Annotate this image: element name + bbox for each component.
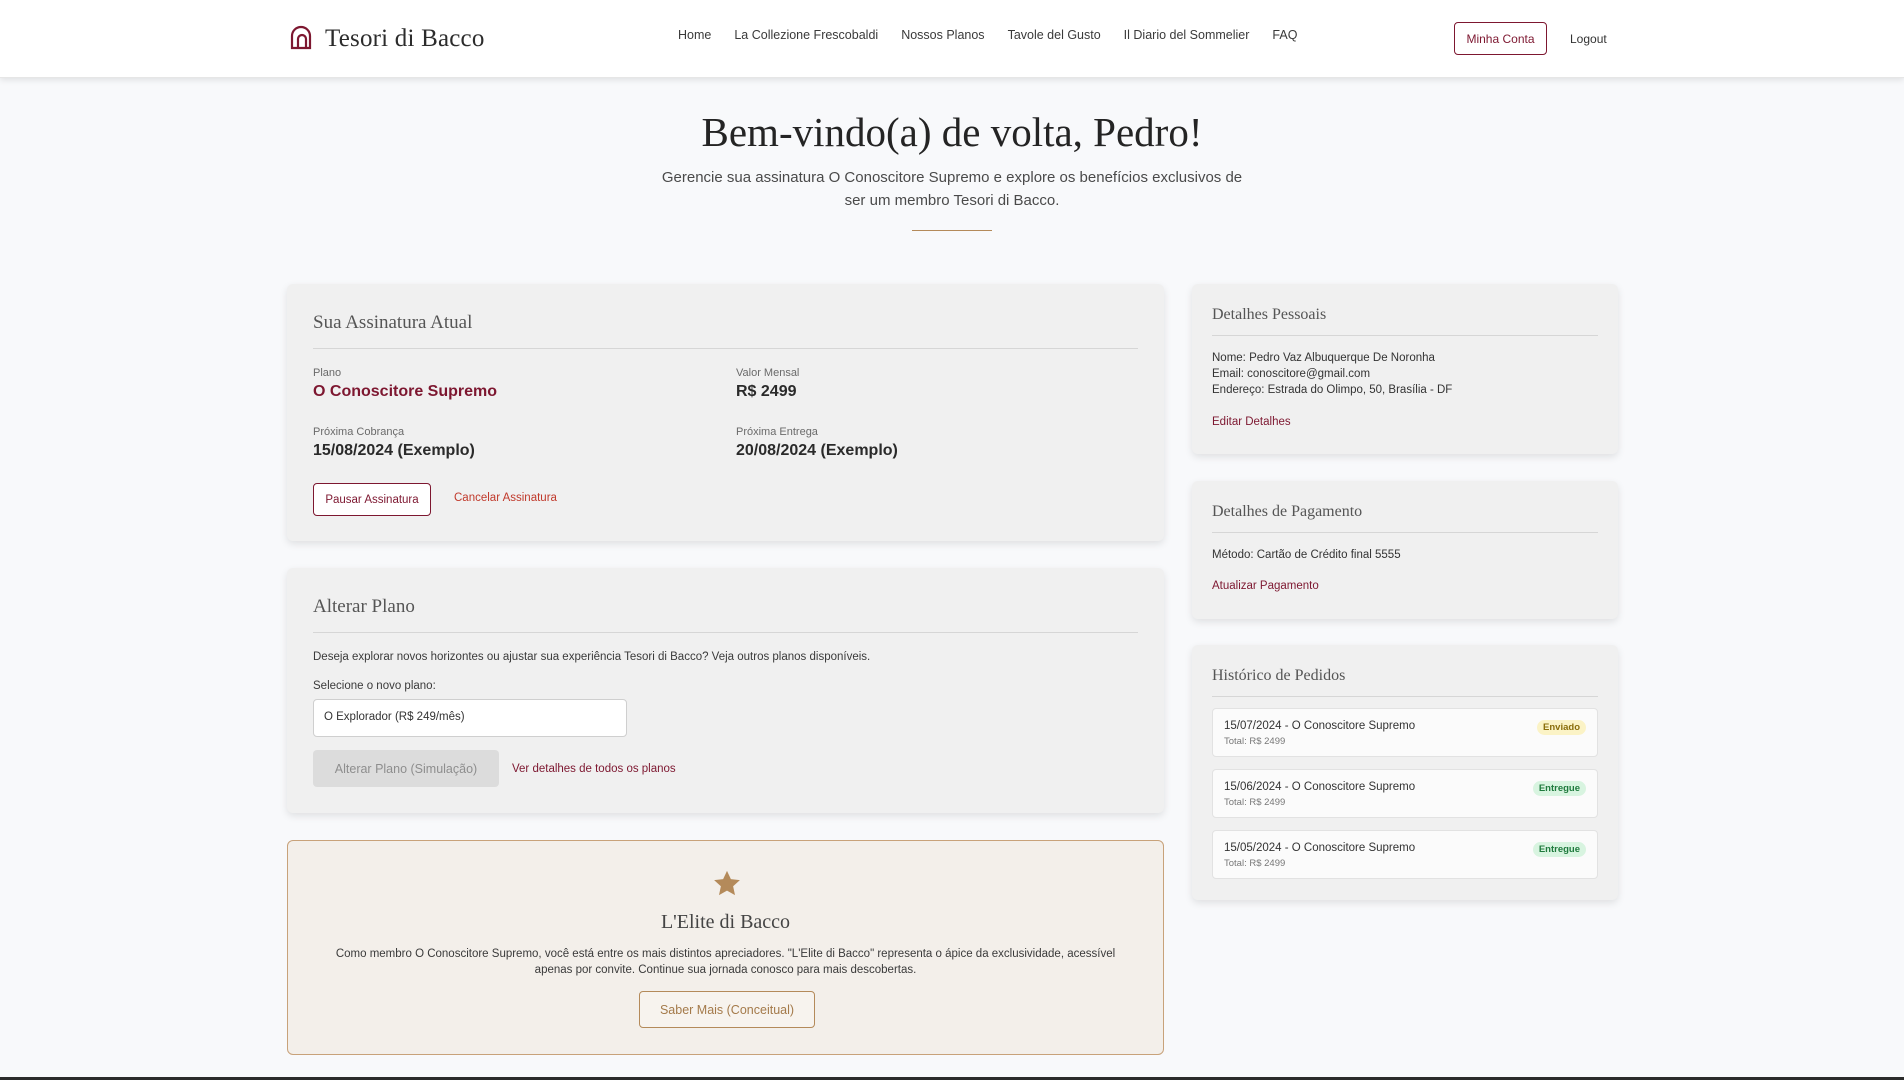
next-delivery-field: Próxima Entrega 20/08/2024 (Exemplo): [736, 426, 898, 460]
elite-text: Como membro O Conoscitore Supremo, você …: [335, 948, 1116, 976]
nav-home[interactable]: Home: [678, 28, 711, 42]
card-title: Alterar Plano: [313, 596, 1138, 633]
order-total: Total: R$ 2499: [1224, 797, 1286, 808]
change-plan-description: Deseja explorar novos horizontes ou ajus…: [313, 651, 871, 663]
next-delivery-value: 20/08/2024 (Exemplo): [736, 442, 898, 459]
status-badge: Enviado: [1537, 720, 1586, 735]
personal-email: Email: conoscitore@gmail.com: [1212, 368, 1371, 380]
arch-logo-icon: [289, 24, 313, 55]
monthly-field: Valor Mensal R$ 2499: [736, 367, 799, 401]
next-billing-field: Próxima Cobrança 15/08/2024 (Exemplo): [313, 426, 475, 460]
order-item[interactable]: 15/05/2024 - O Conoscitore Supremo Total…: [1212, 830, 1598, 879]
brand-name: Tesori di Bacco: [325, 25, 485, 52]
order-title: 15/05/2024 - O Conoscitore Supremo: [1224, 842, 1416, 854]
elite-card: L'Elite di Bacco Como membro O Conoscito…: [287, 840, 1164, 1055]
payment-method: Método: Cartão de Crédito final 5555: [1212, 549, 1401, 561]
logout-link[interactable]: Logout: [1570, 32, 1607, 46]
order-history-card: Histórico de Pedidos 15/07/2024 - O Cono…: [1192, 645, 1618, 900]
order-total: Total: R$ 2499: [1224, 858, 1286, 869]
card-title: Detalhes de Pagamento: [1212, 503, 1598, 533]
elite-title: L'Elite di Bacco: [660, 911, 791, 933]
main-nav: Home La Collezione Frescobaldi Nossos Pl…: [678, 28, 1297, 42]
plan-label: Plano: [313, 367, 342, 379]
change-plan-card: Alterar Plano Deseja explorar novos hori…: [287, 568, 1164, 813]
current-subscription-card: Sua Assinatura Atual Plano O Conoscitore…: [287, 284, 1164, 541]
nav-collezione[interactable]: La Collezione Frescobaldi: [734, 28, 878, 42]
plan-field: Plano O Conoscitore Supremo: [313, 367, 497, 401]
plan-details-link[interactable]: Ver detalhes de todos os planos: [512, 763, 676, 775]
payment-details-card: Detalhes de Pagamento Método: Cartão de …: [1192, 481, 1618, 619]
monthly-label: Valor Mensal: [736, 367, 800, 379]
nav-planos[interactable]: Nossos Planos: [901, 28, 984, 42]
elite-learn-more-button[interactable]: Saber Mais (Conceitual): [639, 991, 815, 1028]
divider: [912, 230, 992, 231]
monthly-value: R$ 2499: [736, 383, 797, 400]
personal-name: Nome: Pedro Vaz Albuquerque De Noronha: [1212, 352, 1435, 364]
page-title: Bem-vindo(a) de volta, Pedro!: [701, 109, 1203, 155]
pause-subscription-button[interactable]: Pausar Assinatura: [313, 483, 431, 516]
page-subtitle: Gerencie sua assinatura O Conoscitore Su…: [661, 169, 1243, 209]
personal-address: Endereço: Estrada do Olimpo, 50, Brasíli…: [1212, 384, 1453, 396]
status-badge: Entregue: [1532, 781, 1586, 796]
nav-diario[interactable]: Il Diario del Sommelier: [1124, 28, 1250, 42]
cancel-subscription-link[interactable]: Cancelar Assinatura: [454, 492, 557, 504]
nav-tavole[interactable]: Tavole del Gusto: [1008, 28, 1101, 42]
top-header: Tesori di Bacco Home La Collezione Fresc…: [0, 0, 1904, 78]
edit-details-link[interactable]: Editar Detalhes: [1212, 416, 1598, 428]
change-plan-button[interactable]: Alterar Plano (Simulação): [313, 750, 499, 787]
order-title: 15/06/2024 - O Conoscitore Supremo: [1224, 781, 1416, 793]
update-payment-link[interactable]: Atualizar Pagamento: [1212, 580, 1598, 592]
order-title: 15/07/2024 - O Conoscitore Supremo: [1224, 720, 1416, 732]
next-billing-label: Próxima Cobrança: [313, 426, 405, 438]
card-title: Sua Assinatura Atual: [313, 312, 1138, 349]
card-title: Detalhes Pessoais: [1212, 306, 1598, 336]
next-billing-value: 15/08/2024 (Exemplo): [313, 442, 475, 459]
personal-details-card: Detalhes Pessoais Nome: Pedro Vaz Albuqu…: [1192, 284, 1618, 454]
order-total: Total: R$ 2499: [1224, 736, 1286, 747]
order-item[interactable]: 15/06/2024 - O Conoscitore Supremo Total…: [1212, 769, 1598, 818]
brand-logo[interactable]: Tesori di Bacco: [289, 23, 485, 55]
account-button[interactable]: Minha Conta: [1454, 22, 1547, 55]
plan-select[interactable]: O Explorador (R$ 249/mês): [313, 699, 627, 737]
status-badge: Entregue: [1532, 842, 1586, 857]
nav-faq[interactable]: FAQ: [1272, 28, 1297, 42]
next-delivery-label: Próxima Entrega: [736, 426, 818, 438]
star-icon: [712, 869, 742, 899]
card-title: Histórico de Pedidos: [1212, 667, 1598, 697]
plan-value: O Conoscitore Supremo: [313, 383, 498, 400]
plan-select-label: Selecione o novo plano:: [313, 680, 436, 692]
order-item[interactable]: 15/07/2024 - O Conoscitore Supremo Total…: [1212, 708, 1598, 757]
